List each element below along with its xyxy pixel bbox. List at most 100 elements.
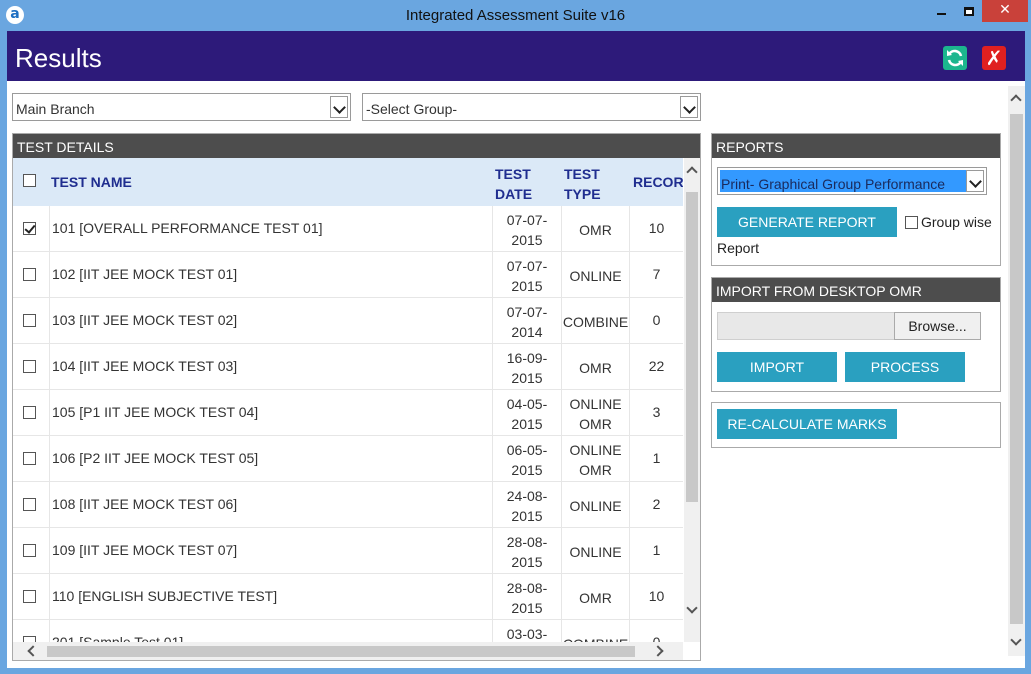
- records-cell: 1: [629, 528, 683, 574]
- recalculate-panel: RE-CALCULATE MARKS: [711, 402, 1001, 448]
- generate-report-button[interactable]: GENERATE REPORT: [717, 207, 897, 237]
- row-checkbox-cell: [13, 574, 49, 620]
- row-checkbox-cell: [13, 252, 49, 298]
- grid-vertical-scrollbar[interactable]: [684, 158, 700, 642]
- test-date-line: 2015: [511, 508, 543, 524]
- minimize-icon: [937, 13, 946, 15]
- maximize-icon: [964, 7, 974, 16]
- scroll-left-icon[interactable]: [27, 645, 39, 657]
- test-details-title: TEST DETAILS: [13, 134, 700, 158]
- browse-button[interactable]: Browse...: [894, 312, 981, 340]
- file-path-input[interactable]: [717, 312, 895, 340]
- test-name-cell: 109 [IIT JEE MOCK TEST 07]: [49, 528, 491, 574]
- test-date-cell: 28-08- 2015: [492, 528, 561, 574]
- branch-select[interactable]: Main Branch: [12, 93, 351, 121]
- minimize-button[interactable]: [929, 0, 955, 22]
- test-date-line: 2014: [511, 324, 543, 340]
- table-row[interactable]: 104 [IIT JEE MOCK TEST 03] 16-09- 2015 OMR 2…: [13, 344, 683, 390]
- test-type-cell: OMR: [561, 344, 629, 390]
- scroll-right-icon[interactable]: [652, 645, 664, 657]
- group-wise-label: Group wise: [921, 214, 992, 230]
- group-wise-checkbox[interactable]: [905, 216, 918, 229]
- row-checkbox[interactable]: [23, 544, 36, 557]
- close-page-button[interactable]: ✗: [982, 46, 1006, 70]
- select-all-checkbox[interactable]: [23, 174, 36, 187]
- table-row[interactable]: 106 [P2 IIT JEE MOCK TEST 05] 06-05- 2015 O…: [13, 436, 683, 482]
- test-type-line: ONLINE: [569, 268, 622, 284]
- grid-horizontal-scrollbar[interactable]: [13, 642, 683, 660]
- recalculate-marks-button[interactable]: RE-CALCULATE MARKS: [717, 409, 897, 439]
- window-close-button[interactable]: ✕: [982, 0, 1028, 22]
- chevron-down-icon[interactable]: [680, 96, 698, 118]
- table-row[interactable]: 108 [IIT JEE MOCK TEST 06] 24-08- 2015 ONLI…: [13, 482, 683, 528]
- column-header-name[interactable]: TEST NAME: [51, 158, 491, 206]
- grid-vscroll-thumb[interactable]: [686, 192, 698, 502]
- test-date-cell: 06-05- 2015: [492, 436, 561, 482]
- select-all-cell: [13, 158, 49, 206]
- test-type-line: ONLINE: [569, 544, 622, 560]
- column-header-type-line2: TYPE: [564, 186, 601, 202]
- refresh-button[interactable]: [943, 46, 967, 70]
- row-checkbox[interactable]: [23, 314, 36, 327]
- page-vertical-scrollbar[interactable]: [1008, 86, 1025, 656]
- test-name-cell: 110 [ENGLISH SUBJECTIVE TEST]: [49, 574, 491, 620]
- records-cell: 7: [629, 252, 683, 298]
- test-type-line: OMR: [579, 590, 612, 606]
- column-header-date[interactable]: TEST DATE: [495, 158, 561, 206]
- table-row[interactable]: 101 [OVERALL PERFORMANCE TEST 01] 07-07- 2…: [13, 206, 683, 252]
- process-button[interactable]: PROCESS: [845, 352, 965, 382]
- table-row[interactable]: 102 [IIT JEE MOCK TEST 01] 07-07- 2015 ONLI…: [13, 252, 683, 298]
- import-title: IMPORT FROM DESKTOP OMR: [712, 278, 1000, 302]
- chevron-down-icon[interactable]: [966, 170, 984, 192]
- row-checkbox[interactable]: [23, 590, 36, 603]
- page-vscroll-thumb[interactable]: [1010, 114, 1023, 624]
- column-header-date-line2: DATE: [495, 186, 533, 202]
- table-row[interactable]: 110 [ENGLISH SUBJECTIVE TEST] 28-08- 2015 O…: [13, 574, 683, 620]
- row-checkbox-cell: [13, 344, 49, 390]
- test-type-line: COMBINE: [562, 314, 629, 330]
- row-checkbox[interactable]: [23, 360, 36, 373]
- title-bar[interactable]: a Integrated Assessment Suite v16 ✕: [0, 0, 1031, 31]
- row-checkbox[interactable]: [23, 222, 36, 235]
- test-date-cell: 28-08- 2015: [492, 574, 561, 620]
- test-type-cell: ONLINE OMR: [561, 436, 629, 482]
- test-name-cell: 108 [IIT JEE MOCK TEST 06]: [49, 482, 491, 528]
- test-date-line: 07-07-: [506, 304, 548, 320]
- row-checkbox[interactable]: [23, 498, 36, 511]
- client-area: Results ✗ Main Branch -Select Group- TES…: [7, 31, 1025, 668]
- test-type-cell: OMR: [561, 206, 629, 252]
- import-button[interactable]: IMPORT: [717, 352, 837, 382]
- grid-body: 101 [OVERALL PERFORMANCE TEST 01] 07-07- 2…: [13, 206, 683, 642]
- scroll-up-icon[interactable]: [686, 166, 698, 178]
- scroll-up-icon[interactable]: [1010, 94, 1022, 106]
- maximize-button[interactable]: [956, 0, 982, 22]
- branch-select-value: Main Branch: [16, 101, 95, 117]
- test-name-cell: 103 [IIT JEE MOCK TEST 02]: [49, 298, 491, 344]
- reports-title: REPORTS: [712, 134, 1000, 158]
- column-header-type-line1: TEST: [564, 166, 600, 182]
- row-checkbox[interactable]: [23, 268, 36, 281]
- test-type-line: OMR: [579, 462, 612, 478]
- records-cell: 1: [629, 436, 683, 482]
- table-row[interactable]: 105 [P1 IIT JEE MOCK TEST 04] 04-05- 2015 O…: [13, 390, 683, 436]
- column-header-records[interactable]: RECORD: [633, 158, 683, 206]
- import-panel: IMPORT FROM DESKTOP OMR Browse... IMPORT…: [711, 277, 1001, 392]
- report-type-select[interactable]: Print- Graphical Group Performance: [717, 167, 987, 195]
- row-checkbox-cell: [13, 298, 49, 344]
- row-checkbox[interactable]: [23, 452, 36, 465]
- test-type-cell: COMBINE: [561, 620, 629, 642]
- group-select[interactable]: -Select Group-: [362, 93, 701, 121]
- chevron-down-icon[interactable]: [330, 96, 348, 118]
- table-row[interactable]: 109 [IIT JEE MOCK TEST 07] 28-08- 2015 ONLI…: [13, 528, 683, 574]
- column-header-type[interactable]: TEST TYPE: [564, 158, 628, 206]
- row-checkbox[interactable]: [23, 406, 36, 419]
- table-row[interactable]: 201 [Sample Test 01] 03-03- COMBINE0: [13, 620, 683, 642]
- table-row[interactable]: 103 [IIT JEE MOCK TEST 02] 07-07- 2014 COMB…: [13, 298, 683, 344]
- scroll-down-icon[interactable]: [686, 602, 698, 614]
- app-window: a Integrated Assessment Suite v16 ✕ Resu…: [0, 0, 1031, 674]
- page-header: Results ✗: [7, 31, 1025, 81]
- grid-hscroll-thumb[interactable]: [47, 646, 635, 657]
- test-type-cell: COMBINE: [561, 298, 629, 344]
- test-type-cell: ONLINE: [561, 252, 629, 298]
- scroll-down-icon[interactable]: [1010, 634, 1022, 646]
